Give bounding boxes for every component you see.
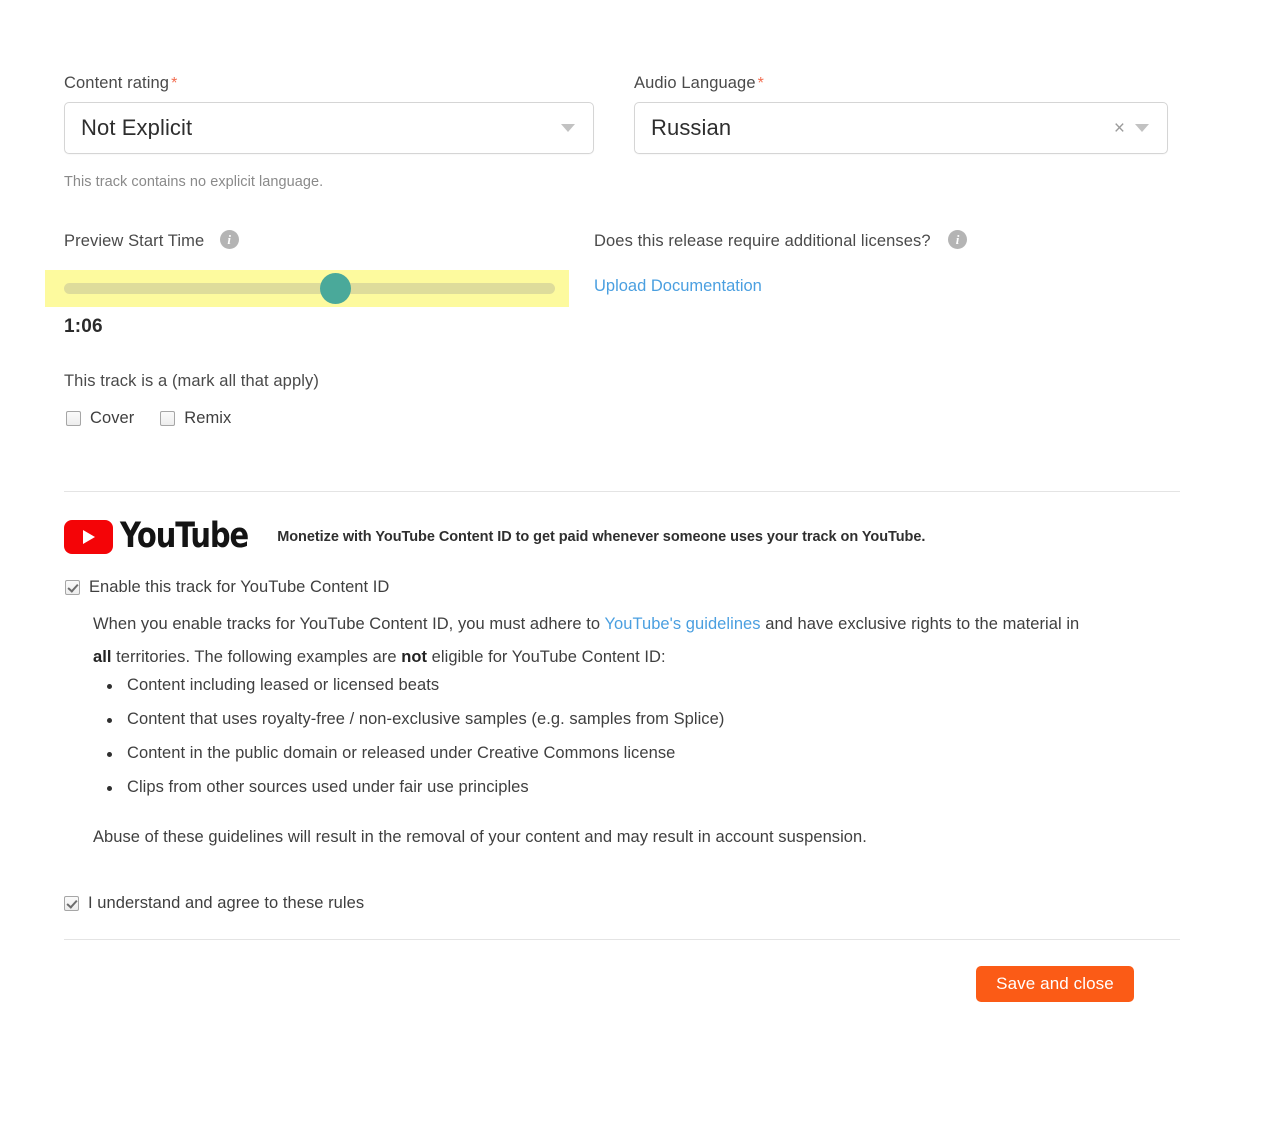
- youtube-tagline: Monetize with YouTube Content ID to get …: [277, 528, 926, 545]
- checkbox-cover[interactable]: Cover: [66, 409, 134, 428]
- list-item: Clips from other sources used under fair…: [101, 779, 1001, 796]
- list-item: Content including leased or licensed bea…: [101, 677, 1001, 694]
- terms-part-3: territories. The following examples are: [111, 647, 402, 666]
- terms-bold-not: not: [401, 647, 428, 666]
- preview-start-time-slider-track[interactable]: [64, 283, 555, 294]
- audio-language-select[interactable]: Russian ×: [634, 102, 1168, 154]
- preview-start-time-value: 1:06: [64, 316, 103, 337]
- checkbox-box-remix[interactable]: [160, 411, 176, 426]
- checkbox-box-enable-content-id[interactable]: [65, 580, 80, 595]
- upload-documentation-link[interactable]: Upload Documentation: [594, 277, 762, 296]
- additional-licenses-label-text: Does this release require additional lic…: [594, 232, 931, 250]
- list-item: Content in the public domain or released…: [101, 745, 1001, 762]
- save-and-close-button[interactable]: Save and close: [976, 966, 1134, 1002]
- checkbox-remix[interactable]: Remix: [160, 409, 231, 428]
- checkbox-label-remix: Remix: [184, 409, 232, 427]
- checkbox-box-agree-rules[interactable]: [64, 896, 79, 911]
- checkbox-label-enable-content-id: Enable this track for YouTube Content ID: [89, 578, 390, 596]
- audio-language-value: Russian: [651, 117, 732, 139]
- checkbox-box-cover[interactable]: [66, 411, 81, 426]
- checkbox-label-cover: Cover: [90, 409, 135, 427]
- checkbox-enable-content-id[interactable]: Enable this track for YouTube Content ID: [65, 578, 389, 597]
- close-icon[interactable]: ×: [1114, 119, 1125, 138]
- terms-part-1: When you enable tracks for YouTube Conte…: [93, 615, 605, 633]
- youtube-wordmark: YouTube: [120, 516, 249, 556]
- youtube-header: YouTube Monetize with YouTube Content ID…: [64, 519, 925, 554]
- additional-licenses-label: Does this release require additional lic…: [594, 230, 968, 251]
- chevron-down-icon: [561, 124, 575, 132]
- content-rating-help-text: This track contains no explicit language…: [64, 174, 324, 190]
- track-type-label: This track is a (mark all that apply): [64, 372, 319, 390]
- ineligible-examples-list: Content including leased or licensed bea…: [101, 677, 1001, 813]
- info-icon[interactable]: [219, 230, 239, 249]
- audio-language-label: Audio Language *: [634, 74, 764, 93]
- info-icon[interactable]: [948, 230, 968, 249]
- preview-start-time-slider-thumb[interactable]: [320, 273, 351, 304]
- track-type-options: Cover Remix: [66, 409, 231, 428]
- section-divider-bottom: [64, 939, 1180, 940]
- checkbox-label-agree-rules: I understand and agree to these rules: [88, 894, 365, 912]
- youtube-guidelines-link[interactable]: YouTube's guidelines: [604, 615, 760, 633]
- audio-language-required-marker: *: [757, 75, 764, 92]
- chevron-down-icon: [1135, 124, 1149, 132]
- preview-start-time-label-text: Preview Start Time: [64, 232, 205, 250]
- content-id-terms-paragraph: When you enable tracks for YouTube Conte…: [93, 608, 1088, 673]
- content-rating-label: Content rating *: [64, 74, 177, 93]
- content-rating-required-marker: *: [171, 75, 178, 92]
- audio-language-label-text: Audio Language: [634, 74, 756, 92]
- list-item: Content that uses royalty-free / non-exc…: [101, 711, 1001, 728]
- track-settings-form: Content rating * Not Explicit This track …: [0, 0, 1272, 1140]
- preview-start-time-label: Preview Start Time: [64, 230, 239, 251]
- youtube-play-icon: [64, 519, 113, 554]
- content-rating-value: Not Explicit: [81, 117, 193, 139]
- terms-bold-all: all: [93, 647, 112, 666]
- content-rating-select[interactable]: Not Explicit: [64, 102, 594, 154]
- terms-part-2: and have exclusive rights to the materia…: [760, 615, 1080, 633]
- content-rating-label-text: Content rating: [64, 74, 170, 92]
- terms-part-4: eligible for YouTube Content ID:: [427, 647, 666, 666]
- section-divider-top: [64, 491, 1180, 492]
- checkbox-agree-rules[interactable]: I understand and agree to these rules: [64, 894, 364, 913]
- abuse-notice: Abuse of these guidelines will result in…: [93, 828, 867, 846]
